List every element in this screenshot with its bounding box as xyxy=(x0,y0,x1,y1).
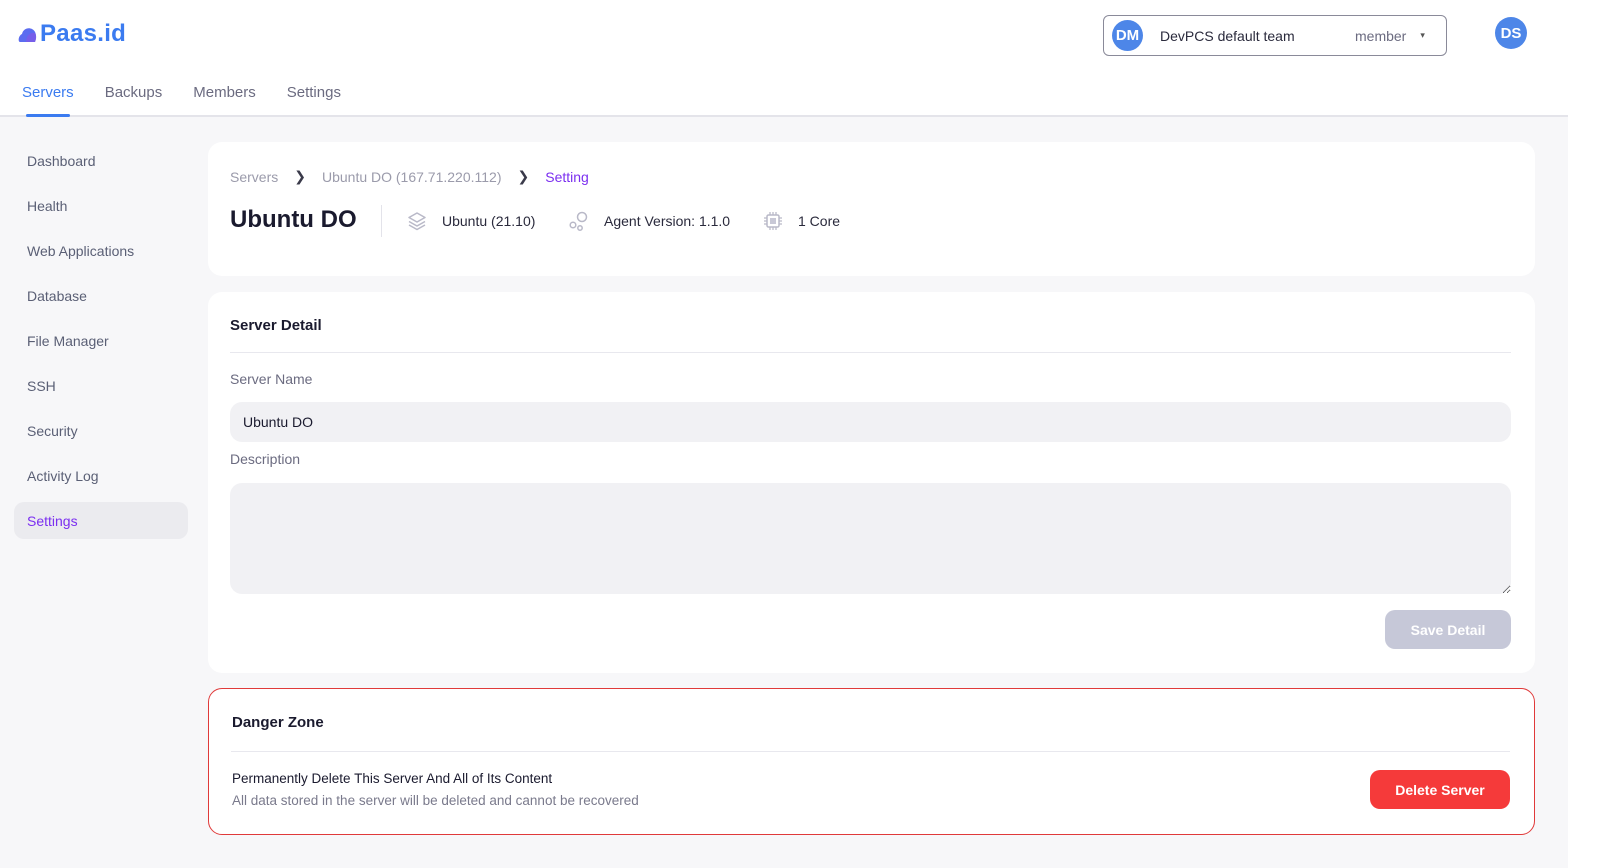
team-name: DevPCS default team xyxy=(1160,27,1295,44)
breadcrumb-server[interactable]: Ubuntu DO (167.71.220.112) xyxy=(322,169,502,185)
delete-server-button[interactable]: Delete Server xyxy=(1370,770,1510,809)
page-title: Ubuntu DO xyxy=(230,206,357,233)
sidebar-item-health[interactable]: Health xyxy=(14,187,188,224)
server-header-card: Servers ❯ Ubuntu DO (167.71.220.112) ❯ S… xyxy=(208,142,1535,276)
agent-version: Agent Version: 1.1.0 xyxy=(604,213,731,229)
page: Paas.id Servers Backups Members Settings… xyxy=(0,0,1568,868)
logo[interactable]: Paas.id xyxy=(18,20,126,48)
agent-info: Agent Version: 1.1.0 xyxy=(568,210,730,232)
server-detail-card: Server Detail Server Name Description Sa… xyxy=(208,292,1535,673)
breadcrumb-servers[interactable]: Servers xyxy=(230,169,278,185)
team-selector[interactable]: DM DevPCS default team member ▾ xyxy=(1103,15,1447,56)
breadcrumb-current: Setting xyxy=(545,168,589,185)
save-detail-button[interactable]: Save Detail xyxy=(1385,610,1511,649)
sidebar-item-database[interactable]: Database xyxy=(14,277,188,314)
sidebar-item-security[interactable]: Security xyxy=(14,412,188,449)
top-tabs: Servers Backups Members Settings xyxy=(22,84,372,117)
divider xyxy=(231,751,1510,752)
danger-subtext: All data stored in the server will be de… xyxy=(232,793,639,808)
user-avatar[interactable]: DS xyxy=(1495,17,1527,49)
chevron-down-icon: ▾ xyxy=(1420,30,1425,40)
sidebar-item-file-manager[interactable]: File Manager xyxy=(14,322,188,359)
tab-servers[interactable]: Servers xyxy=(22,84,74,117)
bubbles-icon xyxy=(569,211,588,231)
section-title: Danger Zone xyxy=(232,714,324,731)
section-title: Server Detail xyxy=(230,317,322,334)
os-version: Ubuntu (21.10) xyxy=(442,213,536,229)
tab-settings[interactable]: Settings xyxy=(287,84,341,101)
sidebar-item-dashboard[interactable]: Dashboard xyxy=(14,142,188,179)
chevron-right-icon: ❯ xyxy=(294,168,306,184)
sidebar-item-activity-log[interactable]: Activity Log xyxy=(14,457,188,494)
description-textarea[interactable] xyxy=(230,483,1511,594)
cpu-icon xyxy=(764,212,782,230)
divider xyxy=(381,205,382,237)
cpu-info: 1 Core xyxy=(762,210,840,232)
brand-name: Paas.id xyxy=(40,20,127,47)
team-avatar: DM xyxy=(1112,20,1143,51)
cloud-logo-icon xyxy=(18,28,37,42)
server-name-label: Server Name xyxy=(230,371,313,387)
tab-backups[interactable]: Backups xyxy=(105,84,163,101)
description-label: Description xyxy=(230,451,301,467)
sidebar: Dashboard Health Web Applications Databa… xyxy=(14,142,188,547)
divider xyxy=(230,352,1511,353)
cpu-cores: 1 Core xyxy=(798,213,841,229)
sidebar-item-settings[interactable]: Settings xyxy=(14,502,188,539)
team-role: member xyxy=(1355,27,1407,44)
sidebar-item-web-applications[interactable]: Web Applications xyxy=(14,232,188,269)
sidebar-item-ssh[interactable]: SSH xyxy=(14,367,188,404)
chevron-right-icon: ❯ xyxy=(517,168,530,184)
os-info: Ubuntu (21.10) xyxy=(406,210,535,232)
layers-icon xyxy=(408,212,426,231)
top-bar: Paas.id Servers Backups Members Settings… xyxy=(0,0,1568,117)
tab-members[interactable]: Members xyxy=(193,84,256,101)
danger-zone-card: Danger Zone Permanently Delete This Serv… xyxy=(208,688,1535,835)
breadcrumb: Servers ❯ Ubuntu DO (167.71.220.112) ❯ S… xyxy=(230,168,589,185)
server-name-input[interactable] xyxy=(230,402,1511,442)
danger-heading: Permanently Delete This Server And All o… xyxy=(232,771,553,786)
